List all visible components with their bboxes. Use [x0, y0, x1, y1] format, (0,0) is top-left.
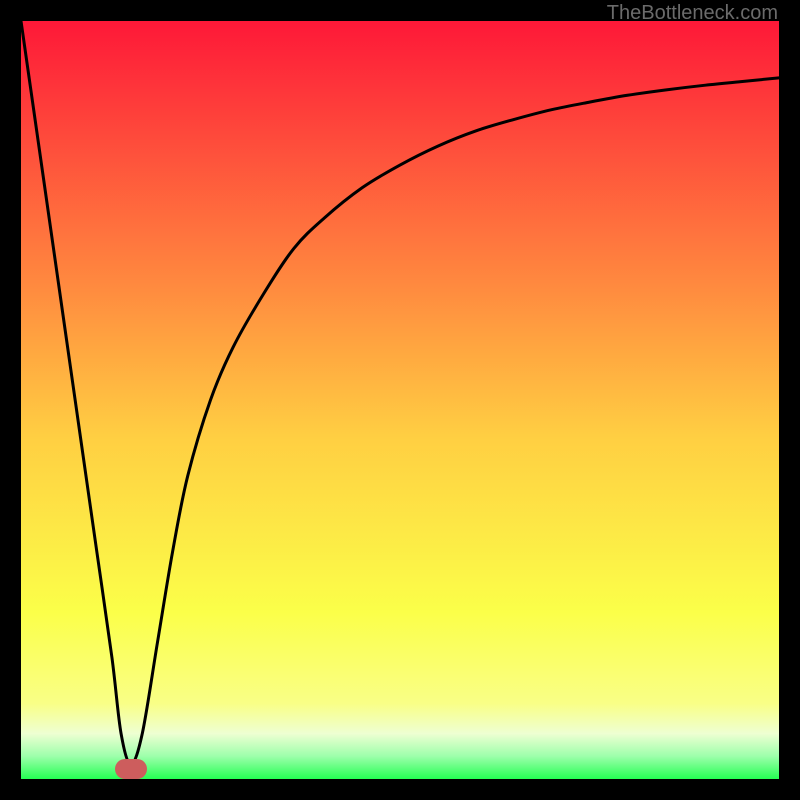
chart-container: TheBottleneck.com — [0, 0, 800, 800]
bottleneck-curve — [21, 21, 779, 779]
watermark-text: TheBottleneck.com — [607, 2, 778, 25]
plot-area — [21, 21, 779, 779]
minimum-marker — [115, 759, 147, 779]
